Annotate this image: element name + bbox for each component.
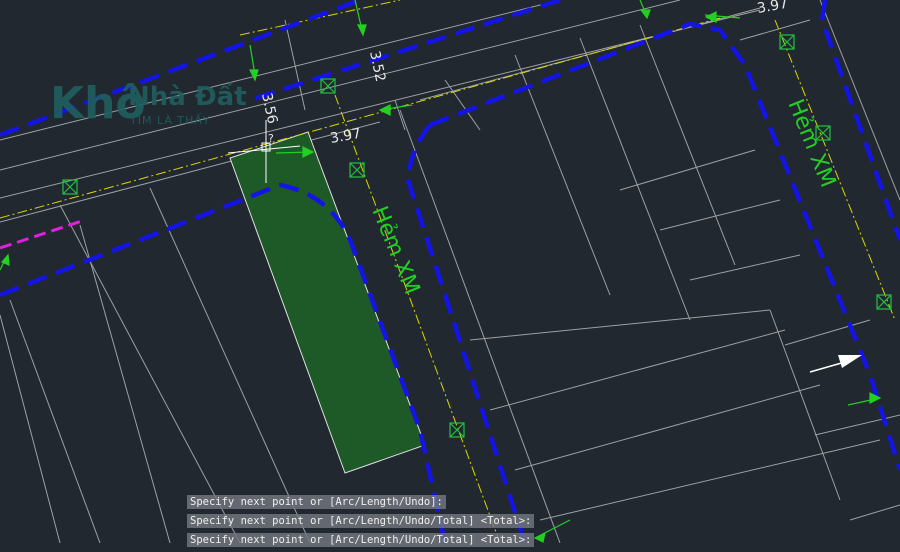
dimension-text: 3.97 bbox=[756, 0, 789, 17]
dimension-text: 3.97 bbox=[329, 126, 362, 147]
street-label: Hẻm XM bbox=[782, 96, 840, 191]
cad-drawing-viewport[interactable]: 3.52 3.97 3.56 3.97 ? Hẻm XM Hẻm XM Khô … bbox=[0, 0, 900, 543]
dimension-text: 3.56 bbox=[258, 92, 280, 126]
command-history-line: Specify next point or [Arc/Length/Undo/T… bbox=[187, 514, 535, 528]
white-direction-arrow bbox=[809, 355, 862, 373]
watermark-logo: Khô Nhà Đất TÌM LÀ THẤY bbox=[50, 78, 247, 129]
watermark-tagline: TÌM LÀ THẤY bbox=[129, 113, 211, 127]
command-history-line: Specify next point or [Arc/Length/Undo]: bbox=[187, 495, 446, 509]
command-history-line: Specify next point or [Arc/Length/Undo/T… bbox=[187, 533, 535, 547]
cursor-marker-text: ? bbox=[268, 132, 274, 145]
cad-drawing-canvas[interactable]: 3.52 3.97 3.56 3.97 ? Hẻm XM Hẻm XM Khô … bbox=[0, 0, 900, 543]
highlighted-parcel[interactable] bbox=[229, 131, 426, 474]
magenta-dashed-line bbox=[0, 218, 86, 250]
street-label: Hẻm XM bbox=[366, 203, 424, 298]
command-history-panel: Specify next point or [Arc/Length/Undo]:… bbox=[187, 495, 567, 552]
watermark-middle-text: Nhà Đất bbox=[128, 81, 247, 112]
